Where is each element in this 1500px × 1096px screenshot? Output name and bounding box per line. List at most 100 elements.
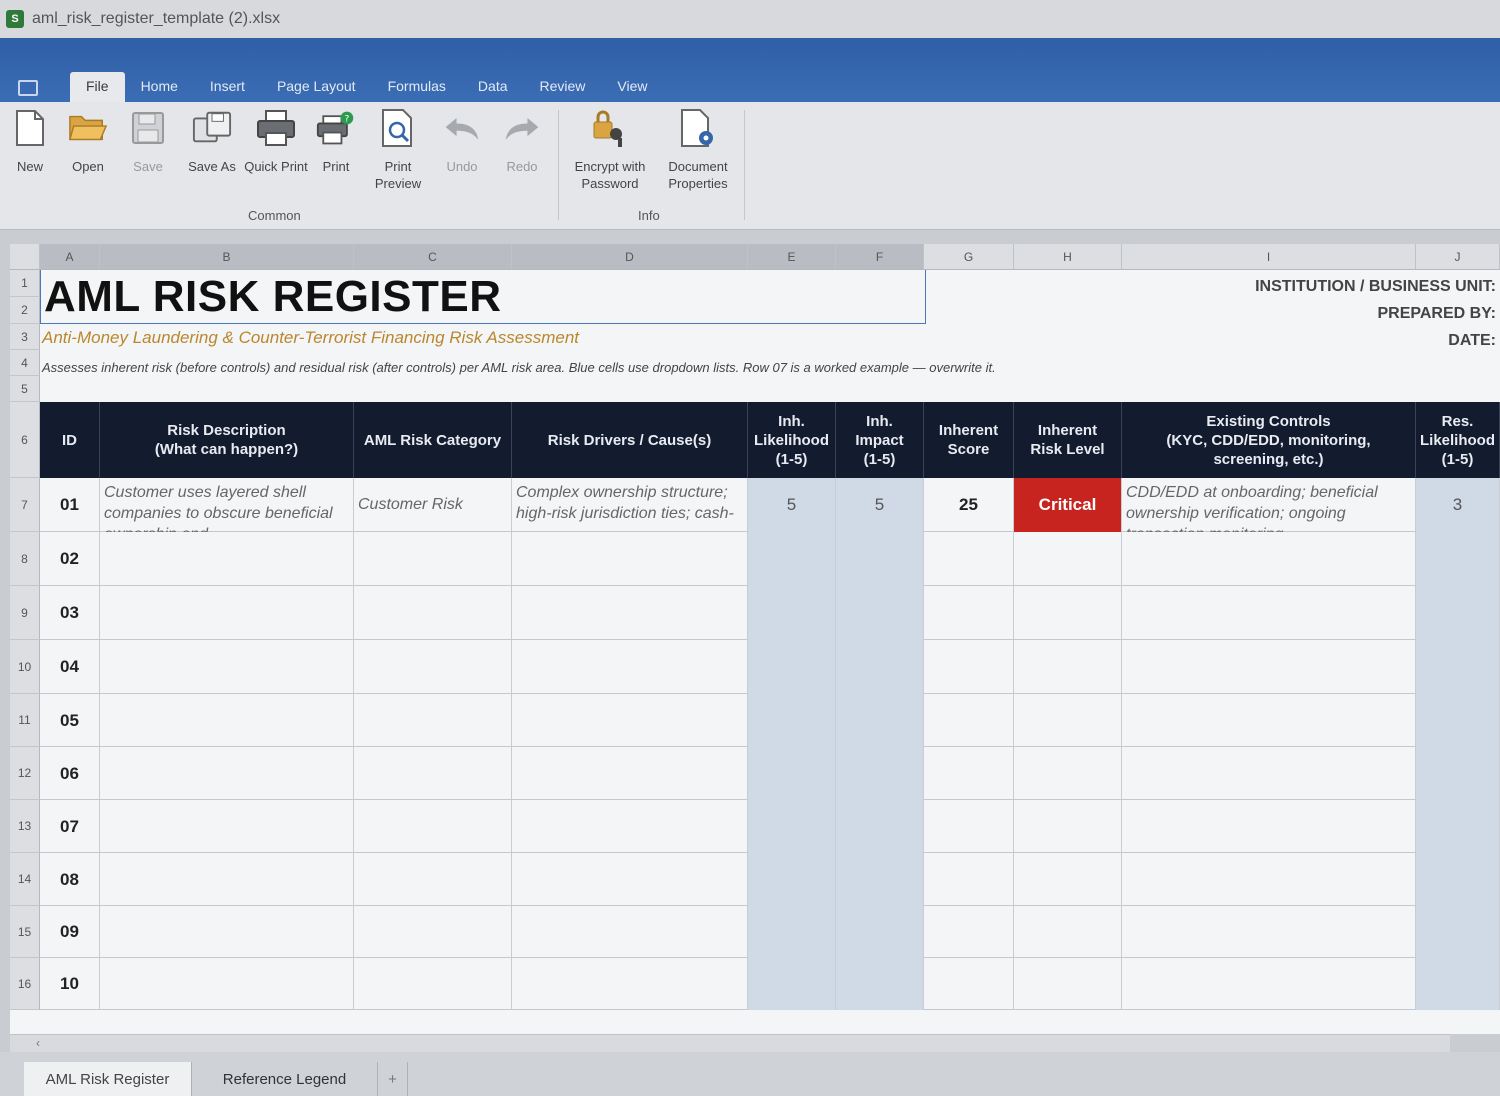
header-inherent-likelihood[interactable]: Inh. Likelihood (1-5): [748, 402, 836, 478]
cell-inherent-risk-level[interactable]: [1014, 532, 1122, 586]
institution-label[interactable]: INSTITUTION / BUSINESS UNIT:: [1255, 278, 1496, 296]
cell-residual-likelihood[interactable]: [1416, 586, 1500, 640]
cell-risk-drivers[interactable]: Complex ownership structure; high-risk j…: [512, 478, 748, 532]
tab-view[interactable]: View: [601, 72, 663, 102]
cell-id[interactable]: 01: [40, 478, 100, 532]
cell-existing-controls[interactable]: [1122, 532, 1416, 586]
cell-inherent-likelihood[interactable]: [748, 640, 836, 694]
sheet-instructions-note[interactable]: Assesses inherent risk (before controls)…: [42, 360, 996, 375]
cell-inherent-risk-level[interactable]: [1014, 906, 1122, 958]
cell-inherent-impact[interactable]: [836, 640, 924, 694]
cell-inherent-impact[interactable]: [836, 800, 924, 853]
row-header[interactable]: 10: [10, 640, 40, 694]
header-inherent-impact[interactable]: Inh. Impact (1-5): [836, 402, 924, 478]
cell-id[interactable]: 08: [40, 853, 100, 906]
cell-inherent-score[interactable]: [924, 586, 1014, 640]
sheet-tab-aml-risk-register[interactable]: AML Risk Register: [24, 1062, 192, 1096]
column-header-i[interactable]: I: [1122, 244, 1416, 270]
cell-id[interactable]: 04: [40, 640, 100, 694]
cell-inherent-impact[interactable]: [836, 747, 924, 800]
cell-inherent-score[interactable]: [924, 800, 1014, 853]
date-label[interactable]: DATE:: [1448, 332, 1496, 350]
tab-formulas[interactable]: Formulas: [372, 72, 462, 102]
cell-risk-description[interactable]: [100, 906, 354, 958]
cell-risk-drivers[interactable]: [512, 853, 748, 906]
prepared-by-label[interactable]: PREPARED BY:: [1377, 305, 1496, 323]
scroll-left-icon[interactable]: ‹: [36, 1036, 40, 1050]
horizontal-scrollbar[interactable]: ‹: [10, 1034, 1450, 1052]
header-id[interactable]: ID: [40, 402, 100, 478]
cell-risk-description[interactable]: [100, 958, 354, 1010]
cell-risk-description[interactable]: [100, 586, 354, 640]
cell-inherent-impact[interactable]: [836, 586, 924, 640]
save-button[interactable]: Save: [116, 108, 180, 175]
cell-risk-drivers[interactable]: [512, 532, 748, 586]
header-inherent-score[interactable]: Inherent Score: [924, 402, 1014, 478]
cell-risk-category[interactable]: [354, 958, 512, 1010]
cell-inherent-impact[interactable]: [836, 694, 924, 747]
cell-existing-controls[interactable]: [1122, 800, 1416, 853]
cell-id[interactable]: 02: [40, 532, 100, 586]
column-header-g[interactable]: G: [924, 244, 1014, 270]
cell-risk-category[interactable]: [354, 586, 512, 640]
cell-residual-likelihood[interactable]: [1416, 906, 1500, 958]
column-header-a[interactable]: A: [40, 244, 100, 270]
column-header-c[interactable]: C: [354, 244, 512, 270]
row-header[interactable]: 3: [10, 324, 40, 350]
row-header[interactable]: 4: [10, 350, 40, 376]
cell-inherent-risk-level[interactable]: [1014, 800, 1122, 853]
cell-risk-category[interactable]: [354, 853, 512, 906]
cell-inherent-likelihood[interactable]: [748, 586, 836, 640]
cell-risk-description[interactable]: [100, 532, 354, 586]
print-button[interactable]: ? Print: [304, 108, 368, 175]
row-header[interactable]: 7: [10, 478, 40, 532]
cell-inherent-likelihood[interactable]: [748, 906, 836, 958]
cell-inherent-risk-level[interactable]: [1014, 747, 1122, 800]
save-as-button[interactable]: Save As: [180, 108, 244, 175]
column-header-h[interactable]: H: [1014, 244, 1122, 270]
sheet-tab-reference-legend[interactable]: Reference Legend: [192, 1062, 378, 1096]
cell-risk-category[interactable]: [354, 906, 512, 958]
cell-risk-drivers[interactable]: [512, 906, 748, 958]
cell-residual-likelihood[interactable]: [1416, 747, 1500, 800]
cell-inherent-score[interactable]: [924, 694, 1014, 747]
cell-existing-controls[interactable]: [1122, 906, 1416, 958]
cell-risk-description[interactable]: [100, 640, 354, 694]
cell-risk-drivers[interactable]: [512, 800, 748, 853]
cell-risk-description[interactable]: [100, 853, 354, 906]
cell-inherent-likelihood[interactable]: 5: [748, 478, 836, 532]
cell-inherent-risk-level[interactable]: [1014, 694, 1122, 747]
row-header[interactable]: 6: [10, 402, 40, 478]
cell-inherent-risk-level[interactable]: [1014, 958, 1122, 1010]
tab-data[interactable]: Data: [462, 72, 524, 102]
cell-risk-description[interactable]: Customer uses layered shell companies to…: [100, 478, 354, 532]
cell-risk-category[interactable]: [354, 532, 512, 586]
cell-inherent-likelihood[interactable]: [748, 800, 836, 853]
app-menu-icon[interactable]: [18, 80, 38, 96]
cell-id[interactable]: 07: [40, 800, 100, 853]
header-risk-description[interactable]: Risk Description (What can happen?): [100, 402, 354, 478]
column-header-f[interactable]: F: [836, 244, 924, 270]
cell-inherent-risk-level[interactable]: [1014, 853, 1122, 906]
cell-residual-likelihood[interactable]: 3: [1416, 478, 1500, 532]
cell-residual-likelihood[interactable]: [1416, 853, 1500, 906]
cell-inherent-risk-level[interactable]: Critical: [1014, 478, 1122, 532]
cell-residual-likelihood[interactable]: [1416, 640, 1500, 694]
new-button[interactable]: New: [0, 108, 62, 175]
header-aml-risk-category[interactable]: AML Risk Category: [354, 402, 512, 478]
row-header[interactable]: 16: [10, 958, 40, 1010]
row-header[interactable]: 8: [10, 532, 40, 586]
cell-risk-drivers[interactable]: [512, 586, 748, 640]
cell-inherent-likelihood[interactable]: [748, 747, 836, 800]
undo-button[interactable]: Undo: [430, 108, 494, 175]
tab-home[interactable]: Home: [125, 72, 194, 102]
cell-risk-category[interactable]: [354, 640, 512, 694]
cell-existing-controls[interactable]: CDD/EDD at onboarding; beneficial owners…: [1122, 478, 1416, 532]
cell-risk-description[interactable]: [100, 800, 354, 853]
cell-inherent-likelihood[interactable]: [748, 694, 836, 747]
cell-residual-likelihood[interactable]: [1416, 800, 1500, 853]
cell-existing-controls[interactable]: [1122, 958, 1416, 1010]
column-header-d[interactable]: D: [512, 244, 748, 270]
column-header-j[interactable]: J: [1416, 244, 1500, 270]
header-existing-controls[interactable]: Existing Controls (KYC, CDD/EDD, monitor…: [1122, 402, 1416, 478]
